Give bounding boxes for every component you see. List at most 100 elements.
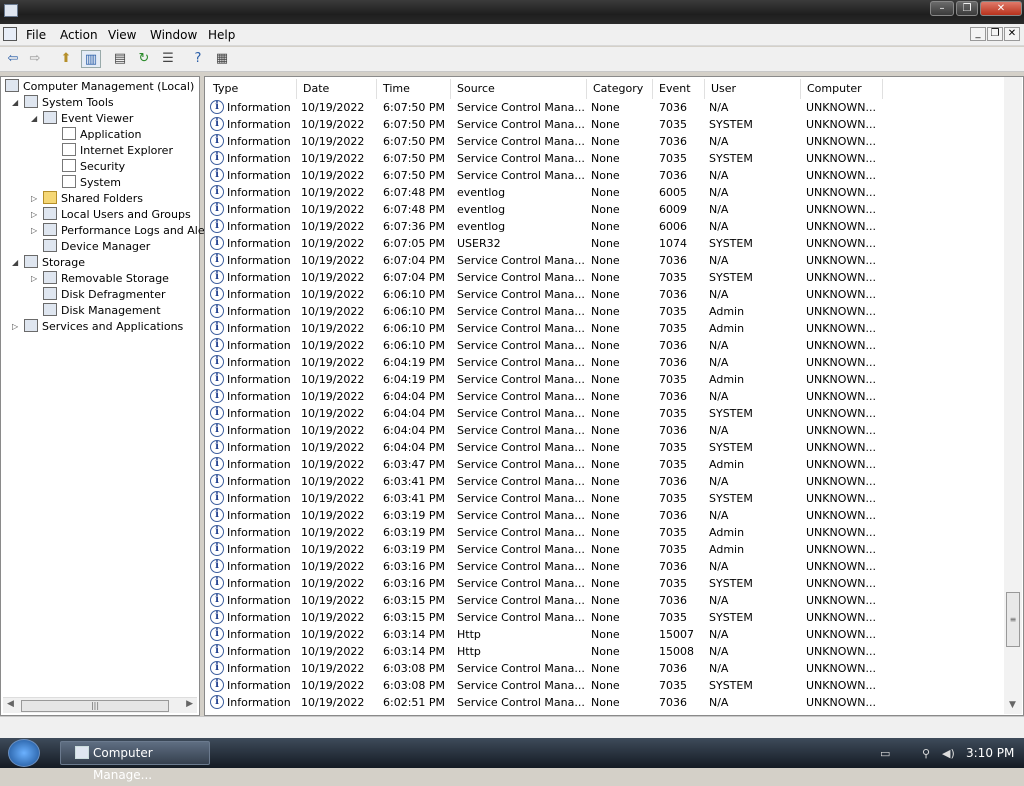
scrollbar-thumb[interactable]: |||	[21, 700, 169, 712]
table-row[interactable]: i Information 10/19/2022 6:07:36 PM eventlog…	[205, 218, 1005, 235]
table-row[interactable]: i Information 10/19/2022 6:03:41 PM Service …	[205, 473, 1005, 490]
table-row[interactable]: i Information 10/19/2022 6:07:50 PM Service …	[205, 133, 1005, 150]
menu-help[interactable]: Help	[208, 28, 235, 42]
expand-icon[interactable]: ▷	[31, 223, 37, 239]
table-row[interactable]: i Information 10/19/2022 6:03:08 PM Service …	[205, 660, 1005, 677]
table-row[interactable]: i Information 10/19/2022 6:03:16 PM Service …	[205, 575, 1005, 592]
collapse-icon[interactable]: ◢	[12, 95, 18, 111]
table-row[interactable]: i Information 10/19/2022 6:03:16 PM Service …	[205, 558, 1005, 575]
table-row[interactable]: i Information 10/19/2022 6:07:50 PM Service …	[205, 99, 1005, 116]
column-header-user[interactable]: User	[705, 79, 801, 99]
tree-node-system[interactable]: System	[62, 175, 121, 191]
tree-node-device-manager[interactable]: Device Manager	[43, 239, 150, 255]
table-row[interactable]: i Information 10/19/2022 6:07:50 PM Service …	[205, 116, 1005, 133]
table-row[interactable]: i Information 10/19/2022 6:06:10 PM Service …	[205, 320, 1005, 337]
column-header-category[interactable]: Category	[587, 79, 653, 99]
table-row[interactable]: i Information 10/19/2022 6:07:50 PM Service …	[205, 150, 1005, 167]
list-vertical-scrollbar[interactable]: ≡ ▼	[1004, 77, 1022, 714]
export-list-icon[interactable]: ☰	[158, 50, 178, 68]
menu-window[interactable]: Window	[150, 28, 197, 42]
close-button[interactable]: ✕	[980, 1, 1022, 16]
refresh-icon[interactable]: ↻	[134, 50, 154, 68]
table-row[interactable]: i Information 10/19/2022 6:07:50 PM Service …	[205, 167, 1005, 184]
column-header-computer[interactable]: Computer	[801, 79, 883, 99]
table-row[interactable]: i Information 10/19/2022 6:06:10 PM Service …	[205, 337, 1005, 354]
mdi-minimize-button[interactable]: _	[970, 27, 986, 41]
mdi-close-button[interactable]: ✕	[1004, 27, 1020, 41]
event-list-pane[interactable]: Type Date Time Source Category Event Use…	[204, 76, 1024, 716]
network-icon[interactable]: ⚲	[922, 747, 930, 760]
tree-node-event-viewer[interactable]: ◢ Event Viewer	[31, 111, 133, 127]
table-row[interactable]: i Information 10/19/2022 6:06:10 PM Service …	[205, 303, 1005, 320]
tree-node-disk-defragmenter[interactable]: Disk Defragmenter	[43, 287, 166, 303]
tree-node-local-users[interactable]: ▷ Local Users and Groups	[31, 207, 191, 223]
window-titlebar[interactable]: – ❐ ✕	[0, 0, 1024, 24]
start-button[interactable]	[8, 739, 40, 767]
back-arrow-icon[interactable]: ⇦	[3, 50, 23, 68]
forward-arrow-icon[interactable]: ⇨	[25, 50, 45, 68]
collapse-icon[interactable]: ◢	[31, 111, 37, 127]
scrollbar-thumb[interactable]: ≡	[1006, 592, 1020, 647]
table-row[interactable]: i Information 10/19/2022 6:07:04 PM Service …	[205, 269, 1005, 286]
clock[interactable]: 3:10 PM	[966, 746, 1014, 760]
volume-icon[interactable]: ◀)	[942, 747, 955, 760]
restore-button[interactable]: ❐	[956, 1, 978, 16]
column-header-type[interactable]: Type	[207, 79, 297, 99]
tree-node-internet-explorer[interactable]: Internet Explorer	[62, 143, 173, 159]
table-row[interactable]: i Information 10/19/2022 6:04:04 PM Service …	[205, 422, 1005, 439]
menu-file[interactable]: File	[26, 28, 46, 42]
scroll-right-icon[interactable]: ▶	[186, 699, 193, 709]
tree-node-system-tools[interactable]: ◢ System Tools	[12, 95, 114, 111]
expand-icon[interactable]: ▷	[31, 191, 37, 207]
table-row[interactable]: i Information 10/19/2022 6:03:14 PM Http None…	[205, 626, 1005, 643]
help-icon[interactable]: ?	[188, 50, 208, 68]
scroll-down-icon[interactable]: ▼	[1009, 700, 1016, 710]
expand-icon[interactable]: ▷	[31, 207, 37, 223]
keyboard-icon[interactable]: ▭	[880, 747, 890, 760]
mdi-restore-button[interactable]: ❐	[987, 27, 1003, 41]
show-hide-tree-icon[interactable]: ▥	[81, 50, 101, 68]
taskbar-button-computer-management[interactable]: Computer Manage...	[60, 741, 210, 782]
table-row[interactable]: i Information 10/19/2022 6:03:47 PM Service …	[205, 456, 1005, 473]
document-icon[interactable]	[3, 27, 17, 41]
table-row[interactable]: i Information 10/19/2022 6:03:15 PM Service …	[205, 609, 1005, 626]
tree-horizontal-scrollbar[interactable]: ◀ ||| ▶	[3, 697, 197, 713]
table-row[interactable]: i Information 10/19/2022 6:07:05 PM USER32 No…	[205, 235, 1005, 252]
tree-node-services-applications[interactable]: ▷ Services and Applications	[12, 319, 183, 335]
table-row[interactable]: i Information 10/19/2022 6:06:10 PM Service …	[205, 286, 1005, 303]
column-header-time[interactable]: Time	[377, 79, 451, 99]
table-row[interactable]: i Information 10/19/2022 6:03:14 PM Http None…	[205, 643, 1005, 660]
menu-view[interactable]: View	[108, 28, 136, 42]
tree-node-shared-folders[interactable]: ▷ Shared Folders	[31, 191, 143, 207]
table-row[interactable]: i Information 10/19/2022 6:02:51 PM Service …	[205, 694, 1005, 711]
table-row[interactable]: i Information 10/19/2022 6:04:04 PM Service …	[205, 439, 1005, 456]
table-row[interactable]: i Information 10/19/2022 6:03:19 PM Service …	[205, 507, 1005, 524]
table-row[interactable]: i Information 10/19/2022 6:07:48 PM eventlog…	[205, 184, 1005, 201]
table-row[interactable]: i Information 10/19/2022 6:04:04 PM Service …	[205, 405, 1005, 422]
collapse-icon[interactable]: ◢	[12, 255, 18, 271]
table-row[interactable]: i Information 10/19/2022 6:03:19 PM Service …	[205, 524, 1005, 541]
scroll-left-icon[interactable]: ◀	[7, 699, 14, 709]
table-row[interactable]: i Information 10/19/2022 6:03:08 PM Service …	[205, 677, 1005, 694]
tree-node-disk-management[interactable]: Disk Management	[43, 303, 161, 319]
expand-icon[interactable]: ▷	[31, 271, 37, 287]
table-row[interactable]: i Information 10/19/2022 6:03:41 PM Service …	[205, 490, 1005, 507]
table-row[interactable]: i Information 10/19/2022 6:03:19 PM Service …	[205, 541, 1005, 558]
tree-node-application[interactable]: Application	[62, 127, 141, 143]
tree-node-storage[interactable]: ◢ Storage	[12, 255, 85, 271]
tree-node-computer-management[interactable]: Computer Management (Local)	[5, 79, 194, 95]
tree-node-performance-logs[interactable]: ▷ Performance Logs and Ale	[31, 223, 205, 239]
minimize-button[interactable]: –	[930, 1, 954, 16]
expand-icon[interactable]: ▷	[12, 319, 18, 335]
table-row[interactable]: i Information 10/19/2022 6:07:48 PM eventlog…	[205, 201, 1005, 218]
column-header-date[interactable]: Date	[297, 79, 377, 99]
console-tree-pane[interactable]: Computer Management (Local) ◢ System Tool…	[0, 76, 205, 716]
menu-action[interactable]: Action	[60, 28, 98, 42]
properties-icon[interactable]: ▤	[110, 50, 130, 68]
table-row[interactable]: i Information 10/19/2022 6:04:04 PM Service …	[205, 388, 1005, 405]
column-header-source[interactable]: Source	[451, 79, 587, 99]
table-row[interactable]: i Information 10/19/2022 6:04:19 PM Service …	[205, 371, 1005, 388]
tree-node-removable-storage[interactable]: ▷ Removable Storage	[31, 271, 169, 287]
up-folder-icon[interactable]: ⬆	[56, 50, 76, 68]
console-tree-icon[interactable]: ▦	[212, 50, 232, 68]
